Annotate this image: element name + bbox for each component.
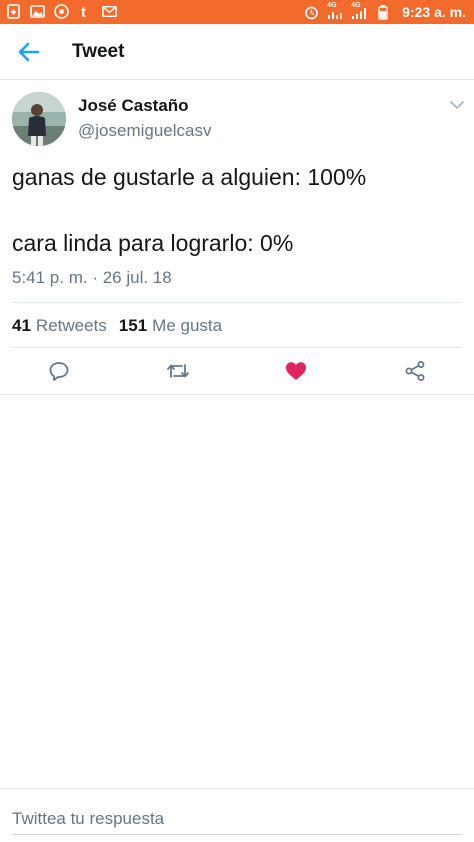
status-time: 9:23 a. m. [402,4,466,20]
gmail-icon [102,4,117,19]
signal-icon-1: 4G [327,2,343,21]
svg-text:t: t [81,4,86,19]
reply-button[interactable] [46,358,72,384]
author-name[interactable]: José Castaño [78,96,189,116]
divider [0,394,474,395]
back-button[interactable] [14,39,44,65]
system-icons: 4G 4G 9:23 a. m. [304,2,466,21]
divider [12,302,462,303]
app-header: Tweet [0,24,474,80]
tweet-menu-button[interactable] [448,96,466,114]
author-handle[interactable]: @josemiguelcasv [78,121,211,141]
retweet-icon [167,364,189,378]
reply-input-underline [12,834,462,835]
share-icon [405,361,425,381]
save-notification-icon [6,4,21,19]
like-button[interactable] [283,358,309,384]
tweet-stats: 41 Retweets 151 Me gusta [12,316,234,336]
retweets-label: Retweets [35,316,107,335]
retweet-button[interactable] [165,358,191,384]
tweet-text-line: cara linda para lograrlo: 0% [12,230,294,256]
likes-label: Me gusta [152,316,223,335]
chevron-down-icon [450,101,464,109]
divider [0,788,474,789]
signal-icon-2: 4G [351,2,367,21]
battery-icon [375,4,390,20]
gallery-icon [30,4,45,19]
alarm-icon [304,5,319,20]
retweets-stat[interactable]: 41 Retweets [12,316,107,336]
back-arrow-icon [18,42,40,62]
tweet-text-line: ganas de gustarle a alguien: 100% [12,164,367,190]
notification-icons: t [6,4,117,19]
retweets-count: 41 [12,316,31,335]
tumblr-icon: t [78,4,93,19]
avatar-photo [12,92,66,146]
tweet-timestamp: 5:41 p. m. · 26 jul. 18 [12,268,172,287]
chrome-icon [54,4,69,19]
avatar[interactable] [12,92,66,146]
likes-stat[interactable]: 151 Me gusta [119,316,222,336]
reply-input[interactable] [12,806,462,832]
reply-icon [49,362,69,381]
heart-icon [286,362,306,380]
page-title: Tweet [72,41,125,62]
divider [12,347,462,348]
likes-count: 151 [118,316,148,335]
share-button[interactable] [402,358,428,384]
status-bar: t 4G 4G 9:23 a. m. [0,0,474,24]
